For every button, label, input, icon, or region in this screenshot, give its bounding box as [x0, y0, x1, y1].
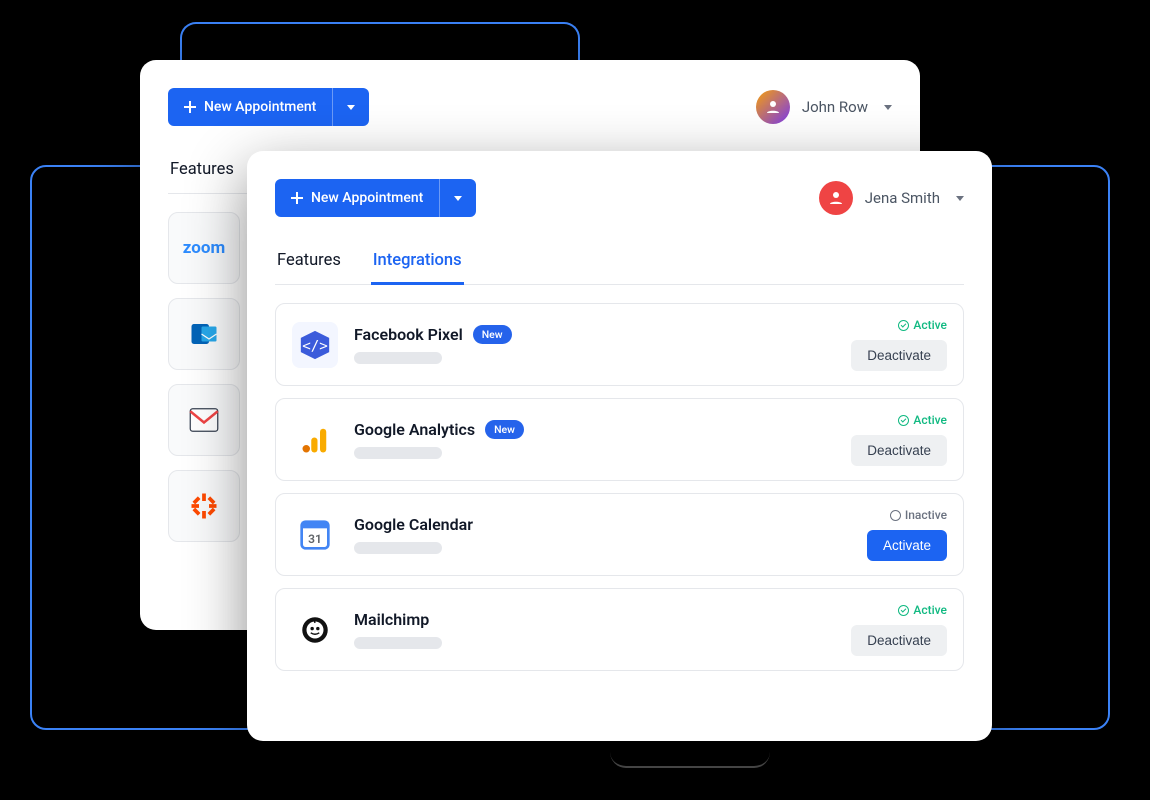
description-placeholder: [354, 542, 442, 554]
integration-row-facebook-pixel: </> Facebook Pixel New Active Deactivate: [275, 303, 964, 386]
integration-row-mailchimp: Mailchimp Active Deactivate: [275, 588, 964, 671]
user-menu[interactable]: John Row: [756, 90, 892, 124]
user-name: John Row: [802, 98, 868, 116]
status-badge: Inactive: [890, 508, 947, 522]
zapier-icon: [168, 470, 240, 542]
check-circle-icon: [898, 320, 909, 331]
plus-icon: [184, 101, 196, 113]
chevron-down-icon: [347, 105, 355, 110]
integration-title: Google Calendar: [354, 515, 473, 534]
chevron-down-icon: [454, 196, 462, 201]
new-appointment-main[interactable]: New Appointment: [275, 179, 439, 217]
new-appointment-button[interactable]: New Appointment: [168, 88, 369, 126]
topbar: New Appointment John Row: [168, 88, 892, 126]
integration-row-google-analytics: Google Analytics New Active Deactivate: [275, 398, 964, 481]
facebook-pixel-icon: </>: [292, 322, 338, 368]
new-appointment-dropdown[interactable]: [332, 88, 369, 126]
integration-title: Facebook Pixel: [354, 325, 463, 344]
activate-button[interactable]: Activate: [867, 530, 947, 561]
status-badge: Active: [898, 413, 947, 427]
user-menu[interactable]: Jena Smith: [819, 181, 964, 215]
check-circle-icon: [898, 605, 909, 616]
description-placeholder: [354, 352, 442, 364]
new-badge: New: [473, 325, 512, 344]
avatar: [819, 181, 853, 215]
outlook-icon: [168, 298, 240, 370]
svg-text:31: 31: [308, 532, 322, 546]
topbar: New Appointment Jena Smith: [275, 179, 964, 217]
integration-row-google-calendar: 31 Google Calendar Inactive Activate: [275, 493, 964, 576]
description-placeholder: [354, 637, 442, 649]
new-appointment-label: New Appointment: [204, 99, 316, 115]
new-appointment-label: New Appointment: [311, 190, 423, 206]
deactivate-button[interactable]: Deactivate: [851, 435, 947, 466]
deactivate-button[interactable]: Deactivate: [851, 625, 947, 656]
chevron-down-icon: [956, 196, 964, 201]
user-name: Jena Smith: [865, 189, 940, 207]
new-badge: New: [485, 420, 524, 439]
integration-title: Mailchimp: [354, 610, 429, 629]
mail-icon: [168, 384, 240, 456]
mailchimp-icon: [292, 607, 338, 653]
new-appointment-button[interactable]: New Appointment: [275, 179, 476, 217]
status-badge: Active: [898, 318, 947, 332]
chevron-down-icon: [884, 105, 892, 110]
avatar: [756, 90, 790, 124]
tabs: Features Integrations: [275, 243, 964, 285]
new-appointment-dropdown[interactable]: [439, 179, 476, 217]
integration-list: </> Facebook Pixel New Active Deactivate: [275, 303, 964, 671]
window-front: New Appointment Jena Smith Features Inte…: [247, 151, 992, 741]
new-appointment-main[interactable]: New Appointment: [168, 88, 332, 126]
deactivate-button[interactable]: Deactivate: [851, 340, 947, 371]
integration-title: Google Analytics: [354, 420, 475, 439]
tab-features[interactable]: Features: [168, 152, 236, 194]
google-analytics-icon: [292, 417, 338, 463]
description-placeholder: [354, 447, 442, 459]
tab-integrations[interactable]: Integrations: [371, 243, 464, 285]
check-circle-icon: [898, 415, 909, 426]
plus-icon: [291, 192, 303, 204]
tab-features[interactable]: Features: [275, 243, 343, 285]
svg-text:</>: </>: [302, 338, 328, 354]
google-calendar-icon: 31: [292, 512, 338, 558]
zoom-icon: zoom: [168, 212, 240, 284]
circle-icon: [890, 510, 901, 521]
status-badge: Active: [898, 603, 947, 617]
